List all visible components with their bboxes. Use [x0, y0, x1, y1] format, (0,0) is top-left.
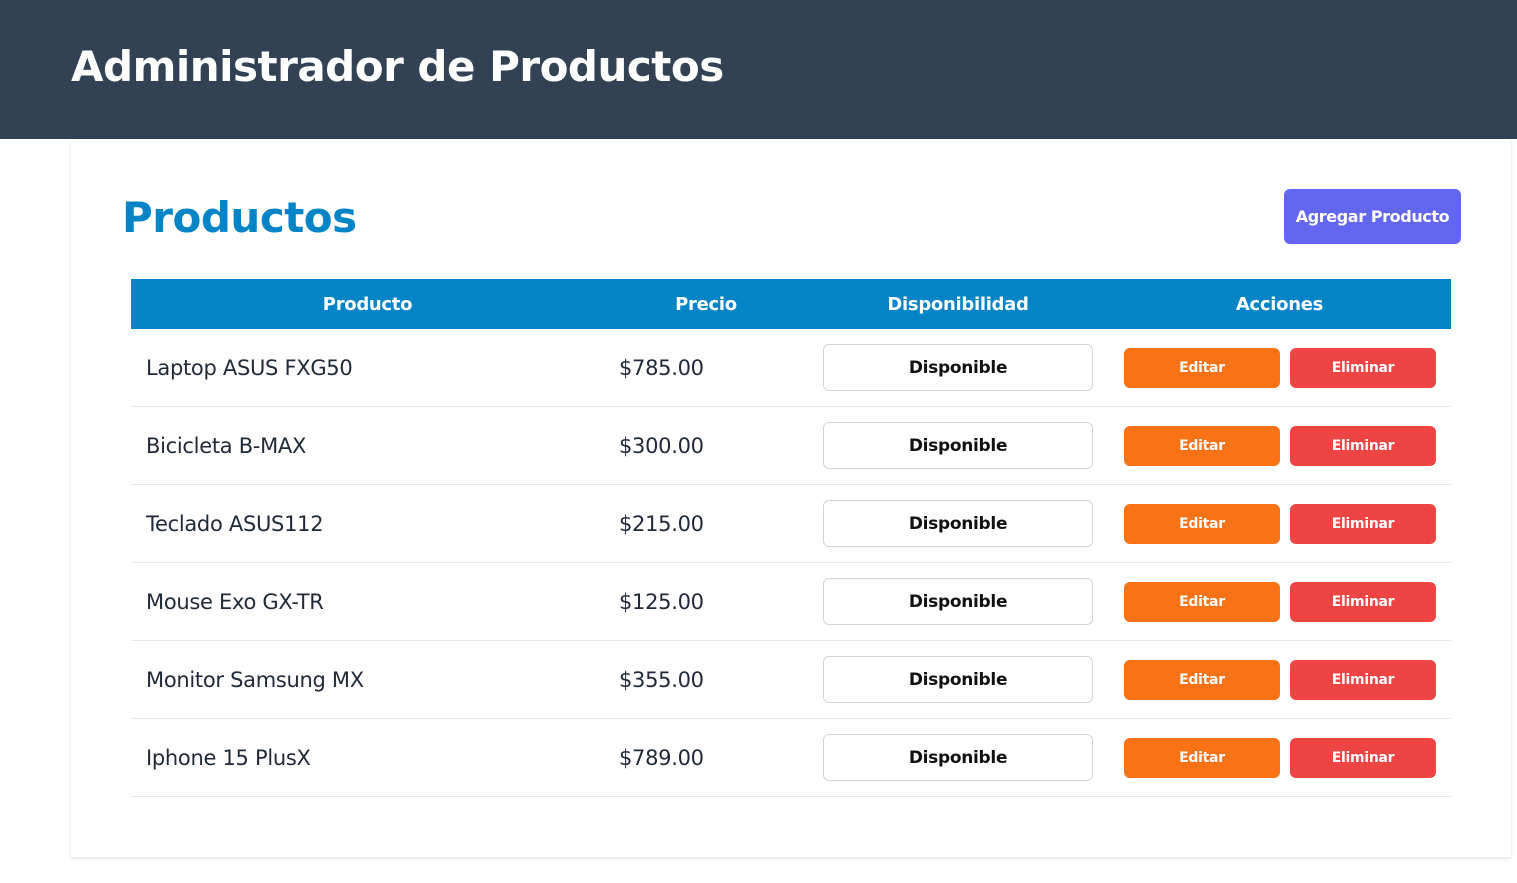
- product-name: Laptop ASUS FXG50: [146, 355, 353, 380]
- product-price: $789.00: [619, 745, 704, 770]
- product-name: Mouse Exo GX-TR: [146, 589, 324, 614]
- table-row: Bicicleta B-MAX $300.00 Disponible Editar El…: [131, 407, 1451, 485]
- delete-button[interactable]: Eliminar: [1290, 425, 1436, 466]
- availability-cell: Disponible: [808, 734, 1108, 781]
- actions-cell: Editar Eliminar: [1108, 347, 1451, 388]
- edit-button[interactable]: Editar: [1124, 347, 1280, 388]
- product-price: $215.00: [619, 511, 704, 536]
- product-price: $785.00: [619, 355, 704, 380]
- delete-button[interactable]: Eliminar: [1290, 659, 1436, 700]
- top-header-bar: Administrador de Productos: [0, 0, 1517, 139]
- availability-status: Disponible: [823, 422, 1093, 469]
- add-product-button[interactable]: Agregar Producto: [1284, 189, 1461, 244]
- availability-status: Disponible: [823, 734, 1093, 781]
- column-header-availability: Disponibilidad: [887, 293, 1029, 315]
- availability-cell: Disponible: [808, 422, 1108, 469]
- product-price: $300.00: [619, 433, 704, 458]
- product-name: Bicicleta B-MAX: [146, 433, 307, 458]
- product-name: Iphone 15 PlusX: [146, 745, 311, 770]
- availability-status: Disponible: [823, 656, 1093, 703]
- product-name: Teclado ASUS112: [146, 511, 324, 536]
- product-name: Monitor Samsung MX: [146, 667, 364, 692]
- actions-cell: Editar Eliminar: [1108, 659, 1451, 700]
- table-row: Teclado ASUS112 $215.00 Disponible Editar El…: [131, 485, 1451, 563]
- availability-cell: Disponible: [808, 500, 1108, 547]
- products-table: Producto Precio Disponibilidad Acciones …: [131, 279, 1451, 797]
- page-title: Productos: [122, 193, 357, 242]
- table-row: Mouse Exo GX-TR $125.00 Disponible Editar El…: [131, 563, 1451, 641]
- availability-cell: Disponible: [808, 578, 1108, 625]
- column-header-product: Producto: [322, 293, 413, 315]
- availability-status: Disponible: [823, 344, 1093, 391]
- table-body: Laptop ASUS FXG50 $785.00 Disponible Editar…: [131, 329, 1451, 797]
- product-price: $125.00: [619, 589, 704, 614]
- edit-button[interactable]: Editar: [1124, 737, 1280, 778]
- actions-cell: Editar Eliminar: [1108, 581, 1451, 622]
- delete-button[interactable]: Eliminar: [1290, 581, 1436, 622]
- edit-button[interactable]: Editar: [1124, 425, 1280, 466]
- actions-cell: Editar Eliminar: [1108, 503, 1451, 544]
- table-header: Producto Precio Disponibilidad Acciones: [131, 279, 1451, 329]
- actions-cell: Editar Eliminar: [1108, 425, 1451, 466]
- column-header-price: Precio: [675, 293, 737, 315]
- table-row: Monitor Samsung MX $355.00 Disponible Edita…: [131, 641, 1451, 719]
- product-price: $355.00: [619, 667, 704, 692]
- table-row: Iphone 15 PlusX $789.00 Disponible Editar El…: [131, 719, 1451, 797]
- availability-status: Disponible: [823, 500, 1093, 547]
- delete-button[interactable]: Eliminar: [1290, 737, 1436, 778]
- actions-cell: Editar Eliminar: [1108, 737, 1451, 778]
- app-title: Administrador de Productos: [71, 42, 724, 91]
- availability-status: Disponible: [823, 578, 1093, 625]
- edit-button[interactable]: Editar: [1124, 581, 1280, 622]
- edit-button[interactable]: Editar: [1124, 503, 1280, 544]
- delete-button[interactable]: Eliminar: [1290, 347, 1436, 388]
- products-card: Productos Agregar Producto Producto Prec…: [71, 139, 1511, 857]
- column-header-actions: Acciones: [1235, 293, 1324, 315]
- table-row: Laptop ASUS FXG50 $785.00 Disponible Editar…: [131, 329, 1451, 407]
- delete-button[interactable]: Eliminar: [1290, 503, 1436, 544]
- availability-cell: Disponible: [808, 344, 1108, 391]
- availability-cell: Disponible: [808, 656, 1108, 703]
- edit-button[interactable]: Editar: [1124, 659, 1280, 700]
